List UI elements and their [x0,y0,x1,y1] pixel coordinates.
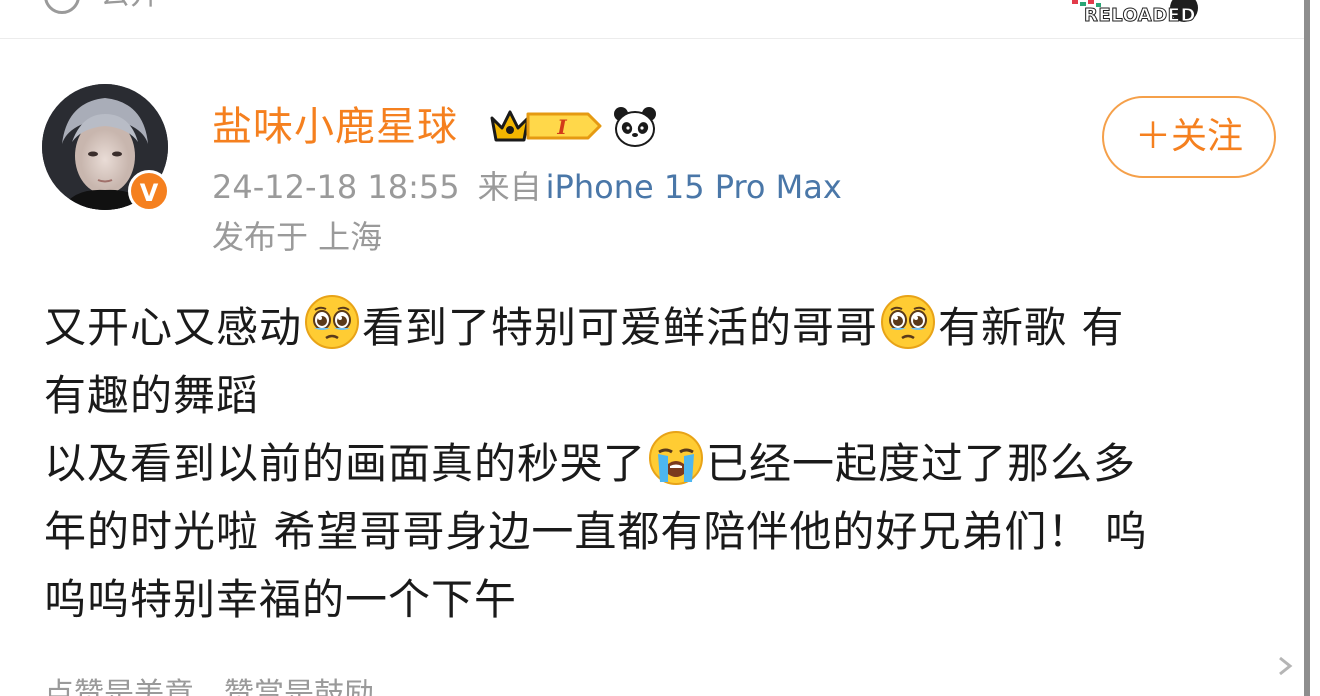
visibility-icon [44,0,80,14]
post-line: 年的时光啦 希望哥哥身边一直都有陪伴他的好兄弟们！ 呜 [44,507,1148,556]
username[interactable]: 盐味小鹿星球 [212,104,458,150]
post-location: 发布于 上海 [212,218,383,256]
post-meta: 24-12-18 18:55 来自 iPhone 15 Pro Max [212,166,842,208]
panda-icon [614,107,656,147]
verified-badge: V [128,170,170,212]
post-line: 有趣的舞蹈 [44,371,260,420]
post-timestamp: 24-12-18 18:55 [212,168,460,206]
top-strip: 公开 RELOADED [0,0,1304,39]
crying-face-icon [649,431,704,485]
source-label: 来自 [477,168,542,206]
bottom-partial-text: 点赞是美意，赞赏是鼓励 [44,677,374,696]
vip-level-text: I [556,115,567,139]
source-device-link[interactable]: iPhone 15 Pro Max [546,168,842,206]
teary-face-icon [881,295,936,349]
scroll-arrow-icon[interactable] [1276,648,1304,684]
vip-crown-badge-icon[interactable]: I [488,104,606,148]
scrollbar[interactable] [1304,0,1310,696]
post-line: 呜呜特别幸福的一个下午 [44,575,518,624]
visibility-label: 公开 [100,0,160,10]
post-line: 以及看到以前的画面真的秒哭了 已经一起度过了那么多 [44,430,1274,498]
weibo-post-page: 公开 RELOADED [0,0,1320,696]
teary-face-icon [305,295,360,349]
fan-badge-text: RELOADED [1084,5,1196,26]
post-line: 又开心又感动 看到了特别可爱鲜活的哥哥 有新歌 有 [44,294,1274,362]
post-text: 又开心又感动 看到了特别可爱鲜活的哥哥 有新歌 有 有趣的舞蹈 以及看到以前的画… [44,294,1274,634]
follow-button[interactable]: ＋关注 [1102,96,1276,178]
